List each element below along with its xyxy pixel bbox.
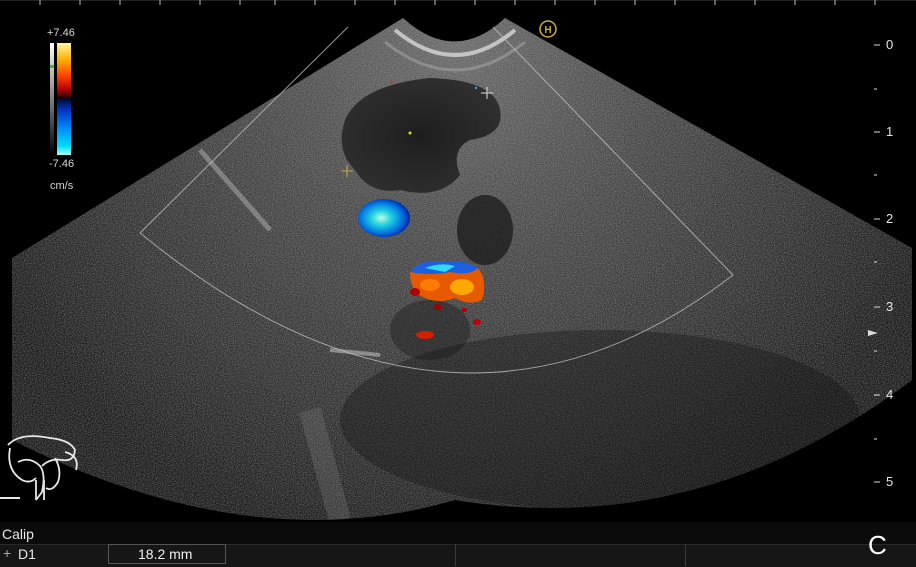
svg-text:H: H <box>544 25 551 36</box>
depth-label-0: 0 <box>886 37 894 52</box>
depth-label-3: 3 <box>886 299 894 314</box>
ultrasound-image: H <box>0 0 916 520</box>
top-ruler <box>0 0 916 5</box>
depth-label-5: 5 <box>886 474 894 489</box>
panel-letter: C <box>868 530 887 560</box>
row-divider <box>685 544 686 566</box>
caliper-cross-icon: + <box>3 545 12 561</box>
color-bar-max-label: +7.46 <box>47 27 75 39</box>
measurement-value: 18.2 mm <box>138 546 193 562</box>
imaging-sector <box>12 18 912 520</box>
depth-label-2: 2 <box>886 211 894 226</box>
measurement-section-title: Calip <box>2 526 34 542</box>
depth-label-4: 4 <box>886 387 894 402</box>
row-divider <box>455 544 456 566</box>
measurement-name: D1 <box>18 546 36 562</box>
depth-label-1: 1 <box>886 124 894 139</box>
color-bar-min-label: -7.46 <box>49 158 75 170</box>
flow-blue-vessel <box>358 199 410 237</box>
color-bar-unit-label: cm/s <box>50 180 74 192</box>
velocity-color-bar <box>50 43 71 155</box>
orientation-marker: H <box>539 20 557 38</box>
